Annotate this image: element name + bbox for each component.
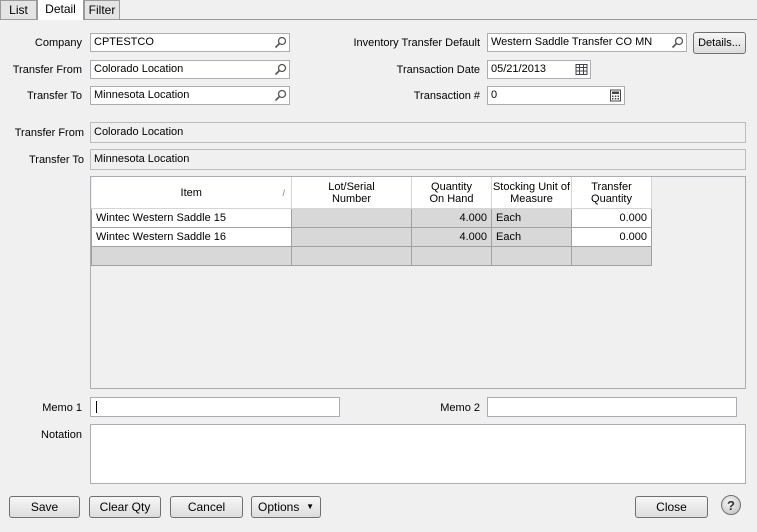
cell-lot	[291, 246, 412, 266]
text-cursor	[96, 401, 97, 413]
cell-transfer-quantity[interactable]: 0.000	[571, 208, 652, 228]
transfer-to-label: Transfer To	[26, 90, 82, 102]
transaction-date-label: Transaction Date	[396, 64, 480, 76]
transfer-to-field[interactable]: Minnesota Location	[90, 86, 290, 105]
cell-item: Wintec Western Saddle 15	[91, 208, 292, 228]
dropdown-arrow-icon: ▼	[306, 502, 314, 511]
cell-unit: Each	[491, 208, 572, 228]
summary-transfer-to-label: Transfer To	[28, 154, 84, 166]
column-header-transfer-quantity[interactable]: Transfer Quantity	[571, 177, 652, 209]
tab-detail[interactable]: Detail	[37, 0, 84, 20]
memo1-label: Memo 1	[42, 402, 82, 414]
transaction-date-field[interactable]: 05/21/2013	[487, 60, 591, 79]
table-row[interactable]: Wintec Western Saddle 16 4.000 Each 0.00…	[91, 227, 652, 247]
search-icon[interactable]	[273, 62, 287, 76]
transfer-from-label: Transfer From	[12, 64, 82, 76]
memo2-input[interactable]	[487, 397, 737, 417]
cell-unit: Each	[491, 227, 572, 247]
company-value: CPTESTCO	[94, 36, 154, 48]
table-row-empty[interactable]	[91, 246, 652, 266]
table-row[interactable]: Wintec Western Saddle 15 4.000 Each 0.00…	[91, 208, 652, 228]
inventory-transfer-default-label: Inventory Transfer Default	[353, 37, 480, 49]
transaction-date-value: 05/21/2013	[491, 63, 547, 75]
items-table: Item / Lot/Serial Number Quantity On Han…	[91, 177, 652, 266]
memo2-label: Memo 2	[440, 402, 480, 414]
cell-transfer-quantity[interactable]: 0.000	[571, 227, 652, 247]
inventory-transfer-default-field[interactable]: Western Saddle Transfer CO MN	[487, 33, 687, 52]
cell-transfer-quantity	[571, 246, 652, 266]
column-header-quantity-on-hand[interactable]: Quantity On Hand	[411, 177, 492, 209]
cell-item: Wintec Western Saddle 16	[91, 227, 292, 247]
options-label: Options	[258, 500, 300, 514]
transfer-to-value: Minnesota Location	[94, 89, 190, 101]
search-icon[interactable]	[670, 35, 684, 49]
save-button[interactable]: Save	[9, 496, 80, 518]
company-label: Company	[34, 37, 82, 49]
cancel-button[interactable]: Cancel	[170, 496, 243, 518]
notation-label: Notation	[41, 429, 82, 441]
cell-quantity-on-hand: 4.000	[411, 208, 492, 228]
items-grid[interactable]: Item / Lot/Serial Number Quantity On Han…	[90, 176, 746, 389]
help-icon[interactable]: ?	[721, 495, 741, 515]
tab-divider	[0, 19, 757, 20]
cell-lot	[291, 227, 412, 247]
column-header-item[interactable]: Item /	[91, 177, 292, 209]
transfer-from-field[interactable]: Colorado Location	[90, 60, 290, 79]
cell-quantity-on-hand	[411, 246, 492, 266]
cell-item	[91, 246, 292, 266]
cell-lot	[291, 208, 412, 228]
column-header-lot-serial[interactable]: Lot/Serial Number	[291, 177, 412, 209]
summary-transfer-to-field: Minnesota Location	[90, 149, 746, 170]
inventory-transfer-default-value: Western Saddle Transfer CO MN	[491, 36, 653, 48]
column-header-stocking-unit[interactable]: Stocking Unit of Measure	[491, 177, 572, 209]
calculator-icon[interactable]	[608, 88, 622, 102]
close-button[interactable]: Close	[635, 496, 708, 518]
memo1-input[interactable]	[90, 397, 340, 417]
company-field[interactable]: CPTESTCO	[90, 33, 290, 52]
notation-textarea[interactable]	[90, 424, 746, 484]
tab-list[interactable]: List	[0, 0, 37, 19]
transaction-number-value: 0	[491, 89, 498, 101]
options-button[interactable]: Options ▼	[251, 496, 321, 518]
transfer-from-value: Colorado Location	[94, 63, 184, 75]
calendar-icon[interactable]	[574, 62, 588, 76]
cell-quantity-on-hand: 4.000	[411, 227, 492, 247]
search-icon[interactable]	[273, 35, 287, 49]
details-button[interactable]: Details...	[693, 32, 746, 54]
search-icon[interactable]	[273, 88, 287, 102]
cell-unit	[491, 246, 572, 266]
sort-icon: /	[282, 188, 285, 198]
grid-header-row: Item / Lot/Serial Number Quantity On Han…	[91, 177, 652, 209]
transaction-number-field[interactable]: 0	[487, 86, 625, 105]
summary-transfer-from-label: Transfer From	[14, 127, 84, 139]
transaction-number-label: Transaction #	[413, 90, 480, 102]
summary-transfer-from-field: Colorado Location	[90, 122, 746, 143]
tab-filter[interactable]: Filter	[84, 0, 120, 19]
clear-qty-button[interactable]: Clear Qty	[89, 496, 161, 518]
